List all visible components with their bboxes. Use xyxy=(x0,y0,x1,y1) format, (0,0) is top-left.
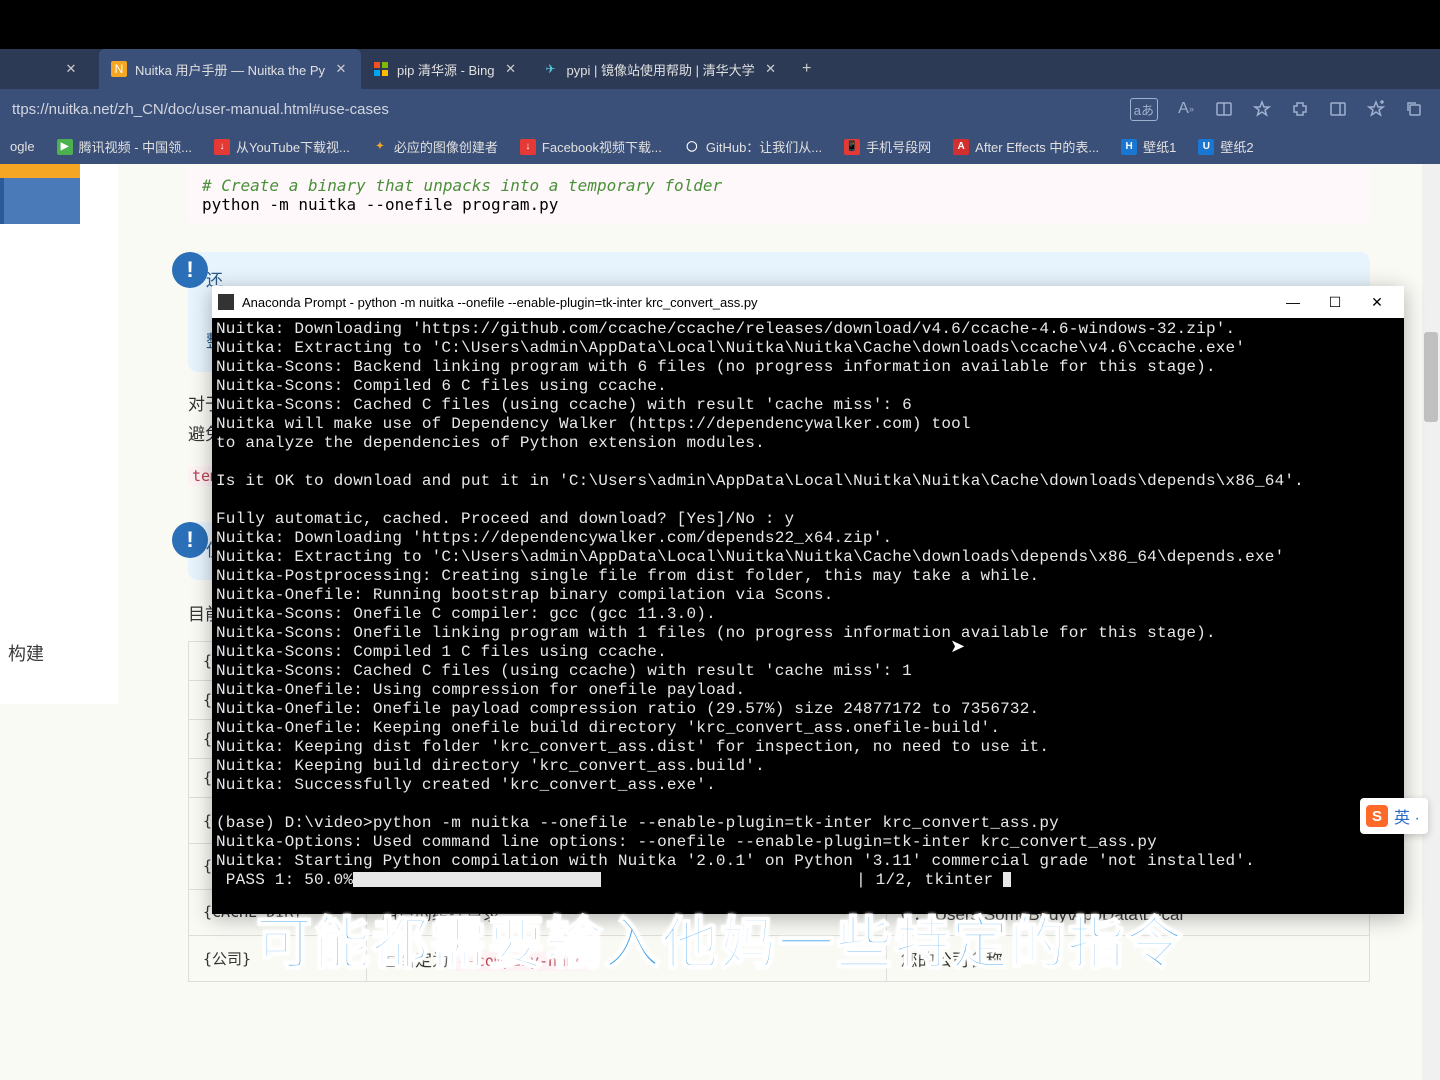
cmd-icon xyxy=(218,294,234,310)
terminal-titlebar[interactable]: Anaconda Prompt - python -m nuitka --one… xyxy=(212,286,1404,318)
bookmark-wp2[interactable]: U壁纸2 xyxy=(1198,137,1253,156)
ime-indicator[interactable]: S 英 · xyxy=(1360,798,1428,834)
code-comment: # Create a binary that unpacks into a te… xyxy=(202,176,1356,195)
url-input[interactable]: ttps://nuitka.net/zh_CN/doc/user-manual.… xyxy=(8,101,1130,118)
close-icon[interactable]: ✕ xyxy=(63,61,79,77)
bookmark-phone[interactable]: 📱手机号段网 xyxy=(844,137,931,156)
bookmark-tencent[interactable]: ▶腾讯视频 - 中国领... xyxy=(57,137,192,156)
collections-icon[interactable] xyxy=(1366,99,1386,119)
close-button[interactable]: ✕ xyxy=(1356,287,1398,317)
tab-1[interactable]: N Nuitka 用户手册 — Nuitka the Py ✕ xyxy=(99,49,361,89)
maximize-button[interactable]: ☐ xyxy=(1314,287,1356,317)
bookmark-bing[interactable]: ✦必应的图像创建者 xyxy=(372,137,498,156)
bookmark-ae[interactable]: AAfter Effects 中的表... xyxy=(953,137,1099,156)
favorite-icon[interactable] xyxy=(1252,99,1272,119)
browser-tabs: ✕ N Nuitka 用户手册 — Nuitka the Py ✕ pip 清华… xyxy=(0,49,1440,89)
sidebar-top xyxy=(0,164,80,224)
close-icon[interactable]: ✕ xyxy=(333,61,349,77)
bookmark-facebook[interactable]: ↓Facebook视频下载... xyxy=(520,137,662,156)
video-subtitle: 可能都需要输入他妈一些特定的指令 xyxy=(256,899,1184,980)
bookmark-github[interactable]: ◯GitHub：让我们从... xyxy=(684,137,822,156)
info-icon: ! xyxy=(172,252,208,288)
tab-label: pypi | 镜像站使用帮助 | 清华大学 xyxy=(567,60,755,79)
terminal-window: Anaconda Prompt - python -m nuitka --one… xyxy=(212,286,1404,914)
tab-0[interactable]: ✕ xyxy=(0,49,99,89)
terminal-title: Anaconda Prompt - python -m nuitka --one… xyxy=(242,295,1272,310)
code-line: python -m nuitka --onefile program.py xyxy=(202,195,1356,214)
address-bar: ttps://nuitka.net/zh_CN/doc/user-manual.… xyxy=(0,89,1440,129)
reader-icon[interactable]: A» xyxy=(1176,99,1196,119)
info-icon: ! xyxy=(172,522,208,558)
ime-lang: 英 · xyxy=(1394,804,1420,828)
tab-2[interactable]: pip 清华源 - Bing ✕ xyxy=(361,49,531,89)
translate-icon[interactable]: aあ xyxy=(1130,98,1158,121)
sidebar-build-text: 构建 xyxy=(8,640,44,666)
scroll-thumb[interactable] xyxy=(1424,332,1438,422)
tab-label: Nuitka 用户手册 — Nuitka the Py xyxy=(135,60,325,79)
tuna-icon: ✈ xyxy=(543,61,559,77)
book-icon[interactable] xyxy=(1214,99,1234,119)
sidebar-stub xyxy=(0,164,118,704)
terminal-output[interactable]: Nuitka: Downloading 'https://github.com/… xyxy=(212,318,1404,892)
minimize-button[interactable]: — xyxy=(1272,287,1314,317)
sogou-icon: S xyxy=(1366,805,1388,827)
bookmarks-bar: ogle ▶腾讯视频 - 中国领... ↓从YouTube下载视... ✦必应的… xyxy=(0,129,1440,164)
copy-icon[interactable] xyxy=(1404,99,1424,119)
close-icon[interactable]: ✕ xyxy=(503,61,519,77)
bookmark-wp1[interactable]: H壁纸1 xyxy=(1121,137,1176,156)
new-tab-button[interactable]: + xyxy=(791,49,823,89)
bing-icon xyxy=(373,61,389,77)
page-scrollbar[interactable] xyxy=(1422,164,1440,1080)
split-icon[interactable] xyxy=(1328,99,1348,119)
bookmark-google[interactable]: ogle xyxy=(10,139,35,154)
close-icon[interactable]: ✕ xyxy=(763,61,779,77)
code-block: # Create a binary that unpacks into a te… xyxy=(188,166,1370,224)
top-black-bar xyxy=(0,0,1440,49)
nuitka-icon: N xyxy=(111,61,127,77)
bookmark-youtube[interactable]: ↓从YouTube下载视... xyxy=(214,137,350,156)
tab-label: pip 清华源 - Bing xyxy=(397,60,495,79)
extensions-icon[interactable] xyxy=(1290,99,1310,119)
tab-3[interactable]: ✈ pypi | 镜像站使用帮助 | 清华大学 ✕ xyxy=(531,49,791,89)
